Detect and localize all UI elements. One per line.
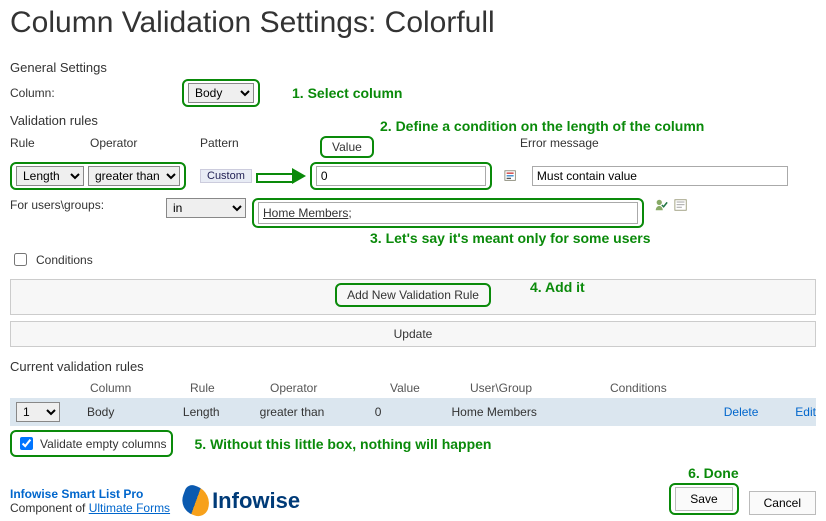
annotation-highlight-add: Add New Validation Rule: [335, 283, 491, 307]
th-column: Column: [90, 378, 190, 398]
annotation-highlight-save: Save: [669, 483, 738, 515]
delete-link[interactable]: Delete: [724, 405, 759, 419]
rule-select[interactable]: Length: [16, 166, 84, 186]
browse-icon[interactable]: [674, 198, 688, 212]
product-link[interactable]: Infowise Smart List Pro: [10, 487, 170, 501]
annotation-highlight-rule-op: Length greater than: [10, 162, 186, 190]
annotation-5: 5. Without this little box, nothing will…: [195, 436, 492, 452]
annotation-1: 1. Select column: [292, 85, 402, 101]
edit-link[interactable]: Edit: [795, 405, 816, 419]
header-rule: Rule: [10, 134, 90, 160]
page-title: Column Validation Settings: Colorfull: [10, 6, 816, 40]
annotation-highlight-value-input: [310, 162, 492, 190]
header-operator: Operator: [90, 134, 200, 160]
error-message-input[interactable]: [532, 166, 788, 186]
annotation-highlight-users: Home Members;: [252, 198, 644, 228]
annotation-highlight-validate-empty: Validate empty columns: [10, 430, 173, 457]
header-value: Value: [326, 140, 368, 154]
operator-select[interactable]: greater than: [88, 166, 180, 186]
rule-headers: Rule Operator Pattern Value Error messag…: [10, 134, 816, 160]
th-usergroup: User\Group: [470, 378, 610, 398]
cancel-button[interactable]: Cancel: [749, 491, 816, 515]
header-pattern: Pattern: [200, 134, 320, 160]
infowise-logo: Infowise: [182, 487, 300, 515]
th-operator: Operator: [270, 378, 390, 398]
check-names-icon[interactable]: [654, 198, 668, 212]
annotation-highlight-value: Value: [320, 136, 374, 158]
td-rule: Length: [183, 403, 260, 421]
td-usergroup: Home Members: [451, 403, 585, 421]
td-operator: greater than: [260, 403, 375, 421]
annotation-2: 2. Define a condition on the length of t…: [380, 118, 704, 134]
column-select[interactable]: Body: [188, 83, 254, 103]
save-button[interactable]: Save: [675, 487, 732, 511]
conditions-checkbox[interactable]: [14, 253, 27, 266]
field-picker-icon[interactable]: [504, 169, 518, 183]
pattern-display: Custom: [200, 169, 252, 183]
th-conditions: Conditions: [610, 378, 730, 398]
td-value: 0: [375, 403, 452, 421]
annotation-3: 3. Let's say it's meant only for some us…: [370, 230, 816, 246]
ultimate-forms-link[interactable]: Ultimate Forms: [89, 501, 170, 515]
header-error: Error message: [520, 134, 810, 160]
validate-empty-checkbox[interactable]: [20, 437, 33, 450]
td-column: Body: [87, 403, 183, 421]
logo-icon: [178, 483, 214, 519]
users-groups-input[interactable]: Home Members;: [258, 202, 638, 224]
add-rule-button-wrap[interactable]: Add New Validation Rule: [10, 279, 816, 315]
th-value: Value: [390, 378, 470, 398]
annotation-6: 6. Done: [669, 465, 738, 481]
value-input[interactable]: [316, 166, 486, 186]
general-settings-heading: General Settings: [10, 60, 816, 75]
validate-empty-label: Validate empty columns: [40, 437, 167, 451]
update-button[interactable]: Update: [10, 321, 816, 347]
conditions-label: Conditions: [36, 253, 93, 267]
annotation-4: 4. Add it: [530, 279, 585, 295]
current-rules-heading: Current validation rules: [10, 359, 816, 374]
component-text: Component of Ultimate Forms: [10, 501, 170, 515]
th-rule: Rule: [190, 378, 270, 398]
column-label: Column:: [10, 86, 100, 100]
users-groups-label: For users\groups:: [10, 198, 160, 212]
arrow-icon: [256, 169, 306, 183]
order-select[interactable]: 1: [16, 402, 60, 422]
users-scope-select[interactable]: in: [166, 198, 246, 218]
table-header: Column Rule Operator Value User\Group Co…: [10, 378, 816, 398]
annotation-highlight-1: Body: [182, 79, 260, 107]
table-row: 1 Body Length greater than 0 Home Member…: [10, 398, 816, 426]
